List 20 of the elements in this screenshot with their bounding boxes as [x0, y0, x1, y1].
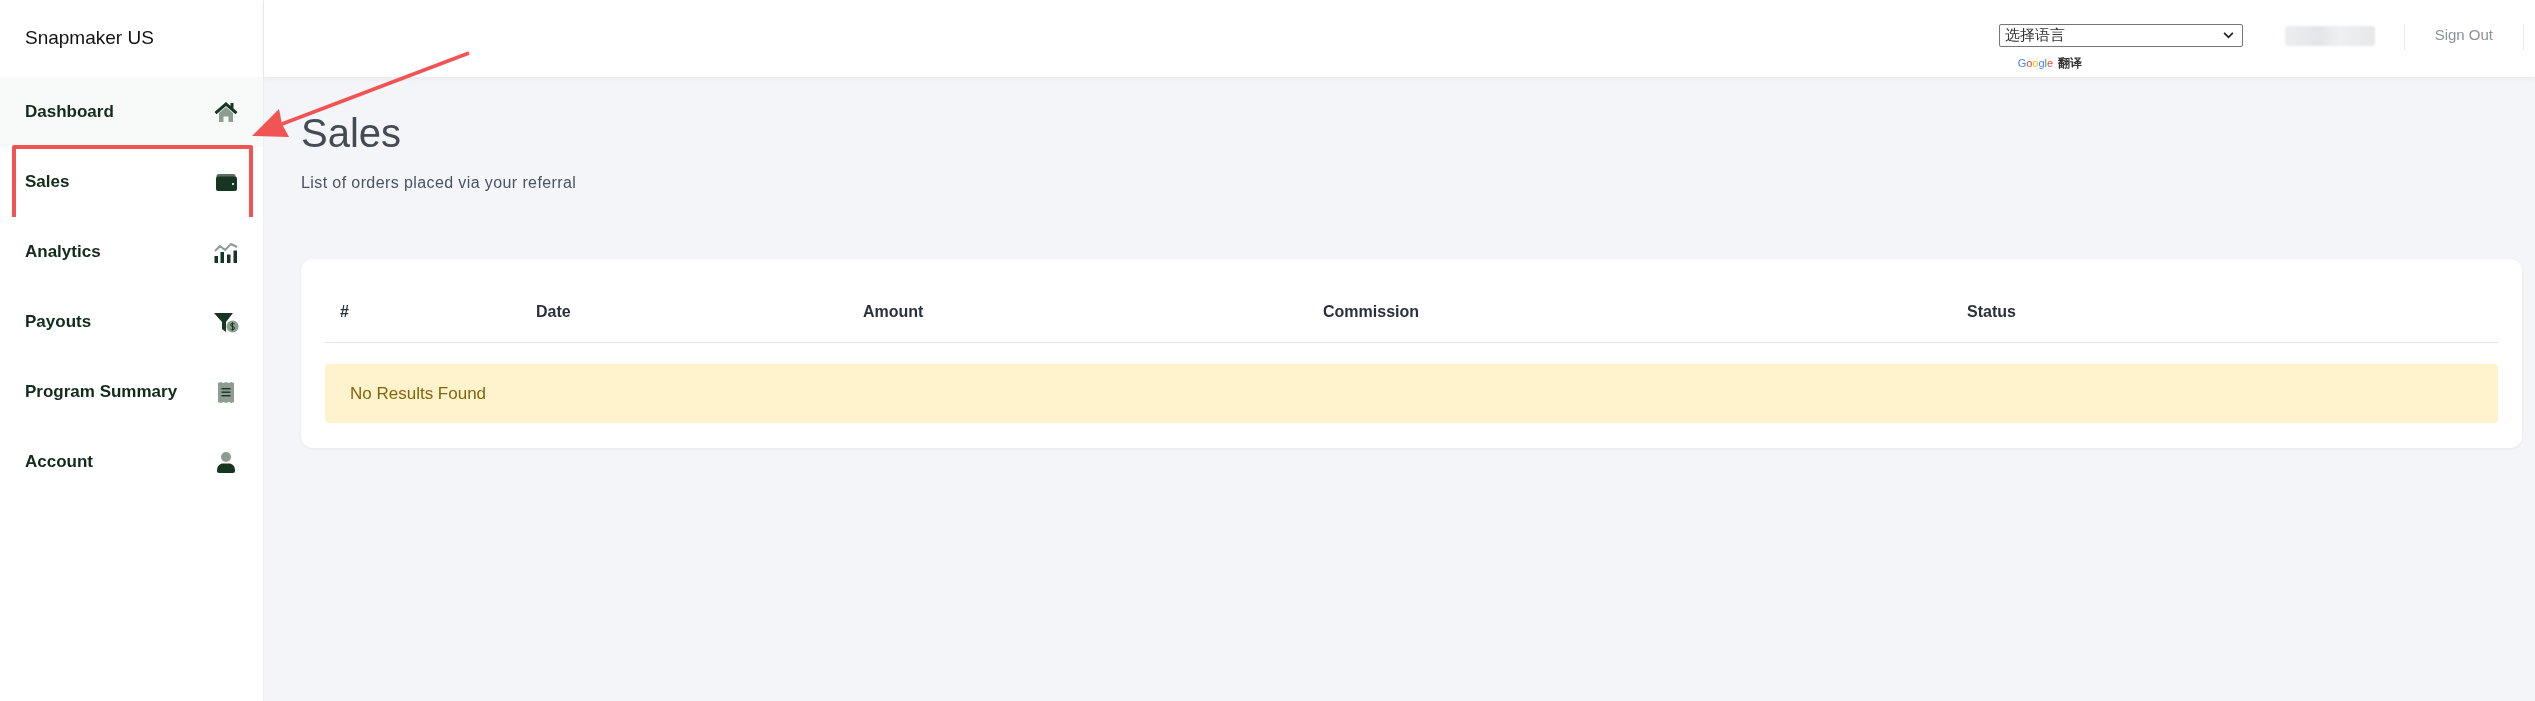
- funnel-coin-icon: [213, 311, 239, 333]
- brand-name: Snapmaker US: [25, 26, 154, 51]
- house-icon: [214, 101, 238, 123]
- column-header: Date: [536, 302, 571, 322]
- column-header: Amount: [863, 302, 924, 322]
- bar-chart-icon: [214, 241, 238, 263]
- column-header: #: [340, 302, 349, 322]
- translate-label: 翻译: [2058, 56, 2083, 70]
- empty-results-message: No Results Found: [325, 364, 2498, 423]
- chevron-down-icon: [2222, 32, 2234, 39]
- google-logo: Google: [2017, 56, 2054, 70]
- page-subtitle: List of orders placed via your referral: [301, 173, 577, 193]
- column-header: Status: [1967, 302, 2016, 322]
- nav-item[interactable]: Dashboard: [0, 77, 263, 147]
- column-header: Commission: [1323, 302, 1419, 322]
- user-icon: [217, 451, 235, 473]
- language-select[interactable]: 选择语言: [1998, 24, 2243, 47]
- page-title: Sales: [301, 110, 402, 157]
- wallet-icon: [215, 173, 237, 191]
- receipt-icon: [218, 381, 234, 403]
